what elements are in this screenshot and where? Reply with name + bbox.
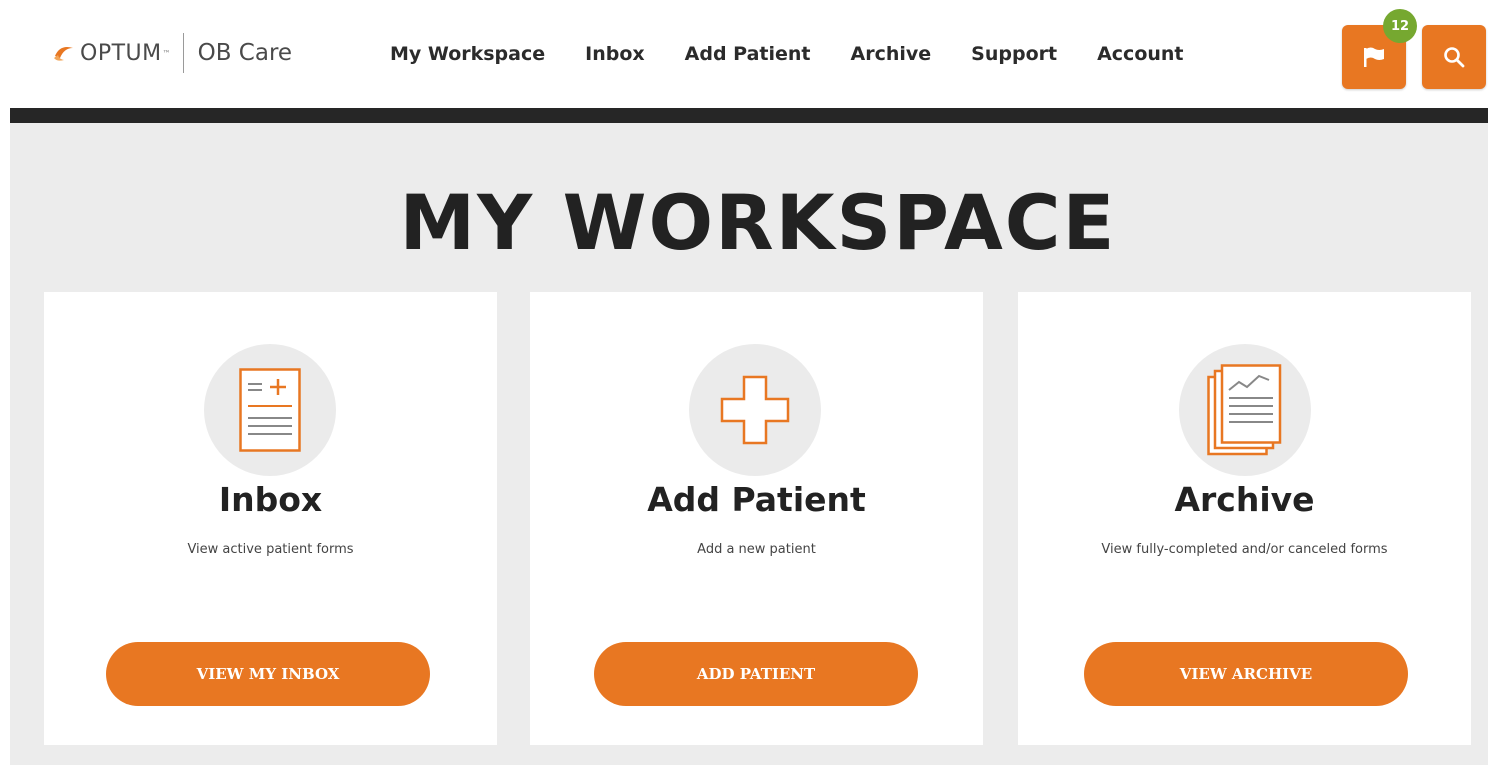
inbox-card: Inbox View active patient forms VIEW MY … xyxy=(44,292,497,745)
search-icon xyxy=(1444,47,1465,68)
add-patient-card-description: Add a new patient xyxy=(697,542,816,557)
logo[interactable]: OPTUM ™ OB Care xyxy=(52,30,292,76)
brand-trademark: ™ xyxy=(162,48,171,58)
nav-support[interactable]: Support xyxy=(971,43,1057,65)
medical-cross-icon xyxy=(720,375,790,445)
nav-account[interactable]: Account xyxy=(1097,43,1183,65)
archive-card: Archive View fully-completed and/or canc… xyxy=(1018,292,1471,745)
nav-archive[interactable]: Archive xyxy=(851,43,932,65)
add-patient-card-title: Add Patient xyxy=(647,480,866,519)
inbox-icon-circle xyxy=(204,344,336,476)
flag-icon xyxy=(1364,47,1384,67)
archive-icon-circle xyxy=(1179,344,1311,476)
product-name: OB Care xyxy=(197,40,293,66)
nav-inbox[interactable]: Inbox xyxy=(585,43,645,65)
nav-my-workspace[interactable]: My Workspace xyxy=(390,43,545,65)
archive-documents-icon xyxy=(1207,364,1282,456)
optum-logo-icon xyxy=(54,47,73,61)
add-patient-icon-circle xyxy=(689,344,821,476)
notification-count-badge: 12 xyxy=(1383,9,1417,43)
page-title: MY WORKSPACE xyxy=(399,178,1117,267)
brand-name: OPTUM xyxy=(80,40,162,66)
inbox-card-description: View active patient forms xyxy=(187,542,354,557)
inbox-card-title: Inbox xyxy=(218,480,323,519)
archive-card-description: View fully-completed and/or canceled for… xyxy=(1101,542,1388,557)
form-document-icon xyxy=(239,368,301,452)
view-my-inbox-button[interactable]: VIEW MY INBOX xyxy=(106,642,430,706)
add-patient-button[interactable]: ADD PATIENT xyxy=(594,642,918,706)
nav-add-patient[interactable]: Add Patient xyxy=(685,43,811,65)
header: OPTUM ™ OB Care My Workspace Inbox Add P… xyxy=(0,0,1488,108)
search-button[interactable] xyxy=(1422,25,1486,89)
add-patient-card: Add Patient Add a new patient ADD PATIEN… xyxy=(530,292,983,745)
header-divider-bar xyxy=(10,108,1488,123)
main-nav: My Workspace Inbox Add Patient Archive S… xyxy=(390,43,1224,65)
view-archive-button[interactable]: VIEW ARCHIVE xyxy=(1084,642,1408,706)
logo-divider xyxy=(182,33,184,73)
archive-card-title: Archive xyxy=(1174,480,1315,519)
